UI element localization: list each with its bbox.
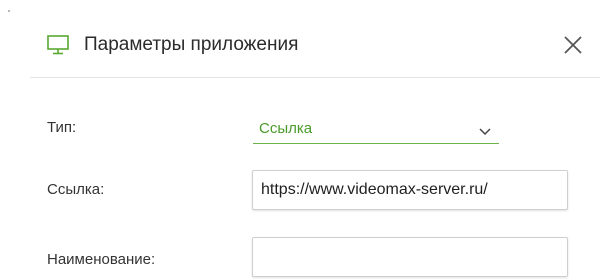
close-icon[interactable]: [561, 33, 585, 57]
link-input[interactable]: [252, 170, 568, 210]
chevron-down-icon: [479, 123, 491, 136]
type-label: Тип:: [47, 119, 77, 136]
type-select[interactable]: Ссылка: [253, 112, 499, 144]
name-label: Наименование:: [47, 251, 156, 268]
dialog-header: Параметры приложения: [0, 0, 600, 78]
app-settings-dialog: Параметры приложения Тип: Ссылка Ссылка:…: [0, 0, 600, 279]
monitor-icon: [47, 35, 69, 55]
name-input[interactable]: [252, 237, 568, 277]
type-select-value: Ссылка: [259, 120, 313, 137]
header-divider: [30, 77, 600, 78]
type-select-underline: [253, 143, 499, 144]
dialog-title: Параметры приложения: [84, 34, 299, 55]
link-label: Ссылка:: [47, 181, 105, 198]
